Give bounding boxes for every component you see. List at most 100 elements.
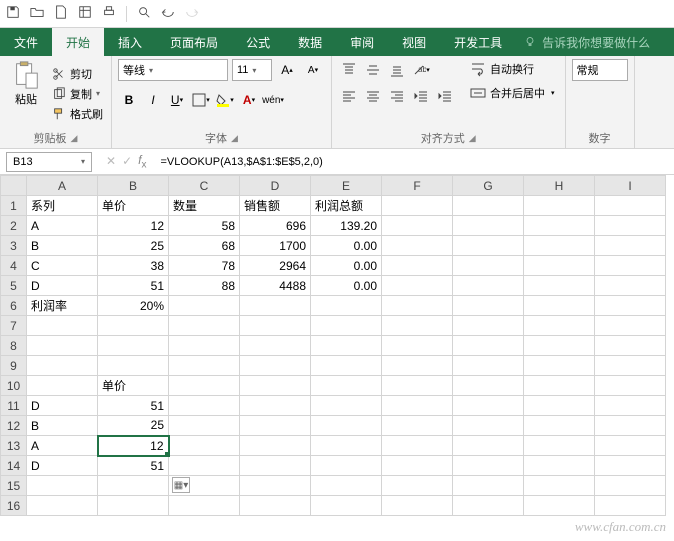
cell-C10[interactable] bbox=[169, 376, 240, 396]
cell-A6[interactable]: 利润率 bbox=[27, 296, 98, 316]
cell-C2[interactable]: 58 bbox=[169, 216, 240, 236]
cell-B9[interactable] bbox=[98, 356, 169, 376]
tab-home[interactable]: 开始 bbox=[52, 28, 104, 56]
phonetic-button[interactable]: wén▾ bbox=[262, 89, 284, 111]
cell-H4[interactable] bbox=[524, 256, 595, 276]
undo-icon[interactable] bbox=[161, 5, 175, 22]
cell-H16[interactable] bbox=[524, 496, 595, 516]
cell-C4[interactable]: 78 bbox=[169, 256, 240, 276]
cell-A14[interactable]: D bbox=[27, 456, 98, 476]
decrease-indent-icon[interactable] bbox=[410, 85, 432, 107]
cell-A10[interactable] bbox=[27, 376, 98, 396]
row-header-11[interactable]: 11 bbox=[1, 396, 27, 416]
cell-A4[interactable]: C bbox=[27, 256, 98, 276]
folder-open-icon[interactable] bbox=[30, 5, 44, 22]
cell-C9[interactable] bbox=[169, 356, 240, 376]
tab-file[interactable]: 文件 bbox=[0, 28, 52, 56]
row-header-5[interactable]: 5 bbox=[1, 276, 27, 296]
cell-D14[interactable] bbox=[240, 456, 311, 476]
cancel-formula-icon[interactable]: ✕ bbox=[106, 154, 116, 168]
col-header-C[interactable]: C bbox=[169, 176, 240, 196]
new-doc-icon[interactable] bbox=[54, 5, 68, 22]
cell-C11[interactable] bbox=[169, 396, 240, 416]
cell-D5[interactable]: 4488 bbox=[240, 276, 311, 296]
col-header-E[interactable]: E bbox=[311, 176, 382, 196]
redo-icon[interactable] bbox=[185, 5, 199, 22]
align-top-icon[interactable] bbox=[338, 59, 360, 81]
cell-H5[interactable] bbox=[524, 276, 595, 296]
font-size-combo[interactable]: 11▾ bbox=[232, 59, 272, 81]
cell-E16[interactable] bbox=[311, 496, 382, 516]
cell-C6[interactable] bbox=[169, 296, 240, 316]
select-all[interactable] bbox=[1, 176, 27, 196]
new-sheet-icon[interactable] bbox=[78, 5, 92, 22]
italic-button[interactable]: I bbox=[142, 89, 164, 111]
cell-F13[interactable] bbox=[382, 436, 453, 456]
col-header-G[interactable]: G bbox=[453, 176, 524, 196]
decrease-font-icon[interactable]: A▾ bbox=[302, 59, 324, 81]
cell-F12[interactable] bbox=[382, 416, 453, 436]
row-header-15[interactable]: 15 bbox=[1, 476, 27, 496]
cell-F16[interactable] bbox=[382, 496, 453, 516]
cell-G16[interactable] bbox=[453, 496, 524, 516]
cell-F6[interactable] bbox=[382, 296, 453, 316]
fill-handle[interactable] bbox=[165, 452, 169, 456]
cell-D15[interactable] bbox=[240, 476, 311, 496]
cell-A11[interactable]: D bbox=[27, 396, 98, 416]
tab-view[interactable]: 视图 bbox=[388, 28, 440, 56]
cell-B14[interactable]: 51 bbox=[98, 456, 169, 476]
cell-F15[interactable] bbox=[382, 476, 453, 496]
cell-G4[interactable] bbox=[453, 256, 524, 276]
copy-button[interactable]: 复制 ▾ bbox=[50, 85, 105, 103]
fill-color-button[interactable]: ▾ bbox=[214, 89, 236, 111]
save-icon[interactable] bbox=[6, 5, 20, 22]
cell-I14[interactable] bbox=[595, 456, 666, 476]
cell-F5[interactable] bbox=[382, 276, 453, 296]
row-header-12[interactable]: 12 bbox=[1, 416, 27, 436]
print-icon[interactable] bbox=[102, 5, 116, 22]
cell-G3[interactable] bbox=[453, 236, 524, 256]
cell-G2[interactable] bbox=[453, 216, 524, 236]
cell-I4[interactable] bbox=[595, 256, 666, 276]
cell-H10[interactable] bbox=[524, 376, 595, 396]
cell-B16[interactable] bbox=[98, 496, 169, 516]
name-box[interactable]: B13▾ bbox=[6, 152, 92, 172]
cell-B11[interactable]: 51 bbox=[98, 396, 169, 416]
row-header-9[interactable]: 9 bbox=[1, 356, 27, 376]
font-color-button[interactable]: A▾ bbox=[238, 89, 260, 111]
paste-button[interactable]: 粘贴 bbox=[6, 59, 46, 128]
cell-A9[interactable] bbox=[27, 356, 98, 376]
row-header-4[interactable]: 4 bbox=[1, 256, 27, 276]
cell-C12[interactable] bbox=[169, 416, 240, 436]
row-header-6[interactable]: 6 bbox=[1, 296, 27, 316]
row-header-2[interactable]: 2 bbox=[1, 216, 27, 236]
align-bottom-icon[interactable] bbox=[386, 59, 408, 81]
preview-icon[interactable] bbox=[137, 5, 151, 22]
cell-G5[interactable] bbox=[453, 276, 524, 296]
cell-B13[interactable]: 12 bbox=[98, 436, 169, 456]
cell-F8[interactable] bbox=[382, 336, 453, 356]
cell-G14[interactable] bbox=[453, 456, 524, 476]
cell-A5[interactable]: D bbox=[27, 276, 98, 296]
cell-B3[interactable]: 25 bbox=[98, 236, 169, 256]
align-right-icon[interactable] bbox=[386, 85, 408, 107]
cell-B1[interactable]: 单价 bbox=[98, 196, 169, 216]
align-center-icon[interactable] bbox=[362, 85, 384, 107]
row-header-8[interactable]: 8 bbox=[1, 336, 27, 356]
tab-developer[interactable]: 开发工具 bbox=[440, 28, 516, 56]
cell-B10[interactable]: 单价 bbox=[98, 376, 169, 396]
cell-F9[interactable] bbox=[382, 356, 453, 376]
tab-review[interactable]: 审阅 bbox=[336, 28, 388, 56]
cell-C5[interactable]: 88 bbox=[169, 276, 240, 296]
cell-H6[interactable] bbox=[524, 296, 595, 316]
autofill-options-icon[interactable]: ▦▾ bbox=[172, 477, 190, 493]
font-launcher-icon[interactable]: ◢ bbox=[231, 133, 238, 144]
cell-H14[interactable] bbox=[524, 456, 595, 476]
cell-B6[interactable]: 20% bbox=[98, 296, 169, 316]
cell-I1[interactable] bbox=[595, 196, 666, 216]
cell-G7[interactable] bbox=[453, 316, 524, 336]
cell-E11[interactable] bbox=[311, 396, 382, 416]
row-header-13[interactable]: 13 bbox=[1, 436, 27, 456]
border-button[interactable]: ▾ bbox=[190, 89, 212, 111]
cell-D1[interactable]: 销售额 bbox=[240, 196, 311, 216]
